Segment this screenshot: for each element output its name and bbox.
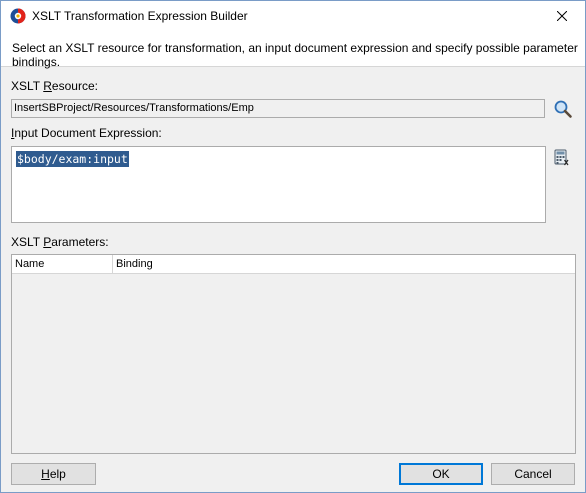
- dialog-window: XSLT Transformation Expression Builder S…: [0, 0, 586, 493]
- label-text: XSLT: [11, 235, 44, 249]
- oracle-jdeveloper-icon: [10, 8, 26, 24]
- button-label: elp: [49, 467, 66, 481]
- column-header-binding[interactable]: Binding: [113, 255, 575, 274]
- label-mnemonic: R: [43, 79, 52, 93]
- button-mnemonic: H: [41, 467, 50, 481]
- browse-resource-button[interactable]: [553, 99, 573, 119]
- table-header: Name Binding: [12, 255, 575, 274]
- title-bar: XSLT Transformation Expression Builder: [1, 1, 585, 31]
- label-text: nput Document Expression:: [14, 126, 162, 140]
- window-title: XSLT Transformation Expression Builder: [32, 9, 248, 23]
- expression-text[interactable]: $body/exam:input: [16, 151, 129, 167]
- help-button[interactable]: Help: [11, 463, 96, 485]
- description-panel: Select an XSLT resource for transformati…: [1, 31, 585, 69]
- cancel-button[interactable]: Cancel: [491, 463, 575, 485]
- description-text: Select an XSLT resource for transformati…: [12, 41, 578, 69]
- xslt-parameters-label: XSLT Parameters:: [11, 235, 109, 249]
- expression-builder-button[interactable]: [554, 149, 571, 166]
- close-icon: [557, 10, 567, 21]
- close-button[interactable]: [539, 1, 585, 30]
- search-icon: [554, 100, 572, 118]
- label-text: XSLT: [11, 79, 44, 93]
- xslt-resource-label: XSLT Resource:: [11, 79, 98, 93]
- ok-button[interactable]: OK: [399, 463, 483, 485]
- input-expression-editor[interactable]: $body/exam:input: [11, 146, 546, 223]
- calculator-icon: [554, 149, 569, 166]
- input-expression-label: Input Document Expression:: [11, 126, 162, 140]
- parameters-table[interactable]: Name Binding: [11, 254, 576, 454]
- label-text: arameters:: [51, 235, 109, 249]
- column-header-name[interactable]: Name: [12, 255, 113, 274]
- label-text: esource:: [51, 79, 98, 93]
- xslt-resource-field[interactable]: InsertSBProject/Resources/Transformation…: [11, 99, 545, 118]
